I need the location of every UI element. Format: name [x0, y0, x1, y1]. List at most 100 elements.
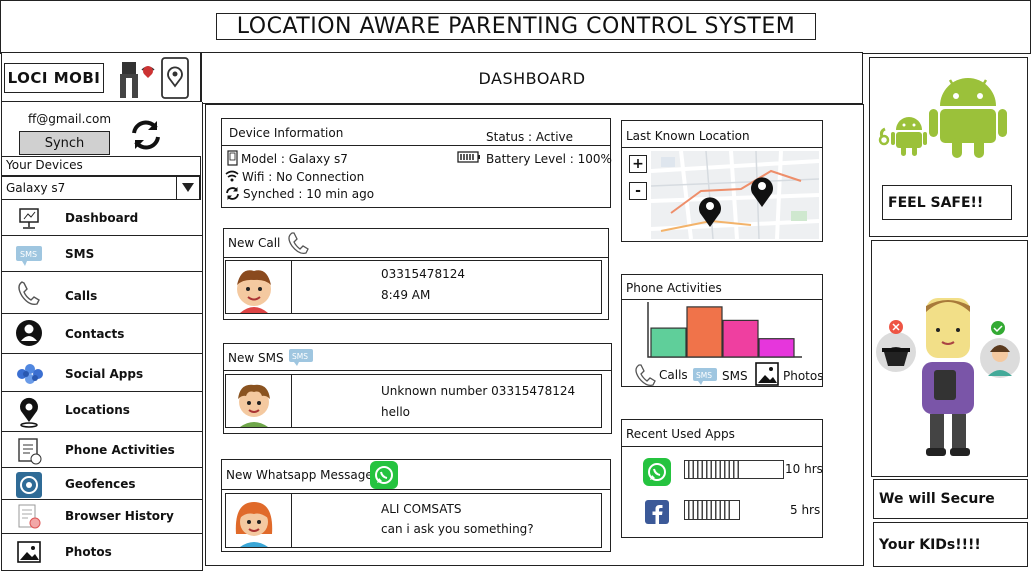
slogan-line-2: Your KIDs!!!! — [879, 536, 981, 553]
sms-text: hello — [381, 405, 410, 419]
feel-safe-box: FEEL SAFE!! — [882, 185, 1012, 220]
synched-time: Synched : 10 min ago — [243, 187, 375, 201]
sidebar-item-phone-activities[interactable]: Phone Activities — [2, 432, 202, 468]
slogan-line-1: We will Secure — [879, 491, 995, 507]
zoom-out-button[interactable]: - — [629, 182, 647, 200]
device-status: Status : Active — [486, 130, 574, 144]
sidebar-item-label: Calls — [65, 289, 98, 303]
new-whatsapp-title: New Whatsapp Message — [226, 468, 373, 482]
sidebar-item-label: Phone Activities — [65, 443, 175, 457]
sms-icon: SMS — [692, 366, 718, 386]
slogan-box-1: We will Secure — [873, 479, 1028, 519]
location-title: Last Known Location — [626, 129, 750, 143]
brand-name-box: LOCI MOBI — [4, 63, 104, 93]
call-time: 8:49 AM — [381, 288, 431, 302]
app-usage-bar — [684, 460, 784, 479]
svg-text:SMS: SMS — [292, 352, 308, 361]
wifi-status: Wifi : No Connection — [242, 170, 365, 184]
contact-icon — [14, 318, 44, 348]
slogan-box-2: Your KIDs!!!! — [873, 522, 1028, 567]
sidebar-item-dashboard[interactable]: Dashboard — [2, 201, 202, 236]
call-number: 03315478124 — [381, 267, 465, 281]
map-pin-icon[interactable] — [697, 195, 723, 229]
sidebar-item-browser-history[interactable]: Browser History — [2, 500, 202, 534]
map-pin-icon[interactable] — [749, 175, 775, 209]
whatsapp-text: can i ask you something? — [381, 522, 534, 536]
phone-icon — [632, 362, 658, 388]
sms-icon: SMS — [14, 239, 44, 269]
browser-history-icon — [14, 502, 44, 532]
svg-text:SMS: SMS — [20, 250, 37, 259]
phone-icon — [14, 278, 44, 308]
refresh-icon[interactable] — [126, 115, 166, 155]
recent-apps-title: Recent Used Apps — [626, 427, 735, 441]
devices-label: Your Devices — [6, 158, 83, 172]
whatsapp-icon — [370, 461, 398, 489]
battery-icon — [457, 151, 481, 163]
sidebar-item-label: Photos — [65, 545, 112, 559]
brand-logo-icon — [114, 56, 192, 100]
social-icon — [14, 359, 44, 389]
sidebar-item-label: Social Apps — [65, 367, 144, 381]
activity-chart — [647, 302, 802, 358]
zoom-in-label: + — [632, 156, 644, 172]
app-title-box: LOCATION AWARE PARENTING CONTROL SYSTEM — [216, 13, 816, 40]
sidebar-item-label: Contacts — [65, 327, 125, 341]
chart-bar — [758, 338, 795, 358]
sidebar-item-contacts[interactable]: Contacts — [2, 314, 202, 354]
facebook-usage: 5 hrs — [790, 503, 821, 517]
legend-calls: Calls — [659, 368, 688, 382]
zoom-out-label: - — [635, 183, 641, 199]
svg-text:SMS: SMS — [696, 371, 712, 380]
phone-activities-title: Phone Activities — [626, 281, 722, 295]
dropdown-arrow-icon[interactable] — [176, 176, 200, 200]
sync-icon — [225, 186, 240, 201]
sidebar-item-label: SMS — [65, 247, 95, 261]
devices-label-box: Your Devices — [1, 156, 201, 176]
new-call-header — [223, 228, 609, 258]
page-title: DASHBOARD — [478, 68, 586, 88]
facebook-icon — [645, 500, 669, 524]
whatsapp-usage: 10 hrs — [785, 462, 823, 476]
new-call-avatar — [226, 261, 292, 313]
sidebar-item-label: Dashboard — [65, 211, 139, 225]
zoom-in-button[interactable]: + — [629, 155, 647, 173]
sync-button-label: Synch — [44, 135, 85, 151]
whatsapp-sender: ALI COMSATS — [381, 502, 462, 516]
app-usage-bar — [684, 500, 740, 520]
chart-bar — [686, 306, 723, 358]
legend-sms: SMS — [722, 369, 748, 383]
sidebar-item-label: Browser History — [65, 509, 174, 523]
sms-sender: Unknown number 03315478124 — [381, 384, 576, 398]
top-bar: DASHBOARD — [201, 52, 863, 104]
account-email: ff@gmail.com — [28, 112, 112, 126]
sidebar-item-locations[interactable]: Locations — [2, 392, 202, 432]
new-whatsapp-avatar — [226, 494, 292, 547]
sidebar-item-label: Locations — [65, 403, 130, 417]
phone-device-icon — [226, 149, 238, 166]
device-select-value: Galaxy s7 — [6, 181, 66, 195]
legend-photos: Photos — [783, 369, 824, 383]
wifi-icon — [225, 170, 239, 182]
sms-icon: SMS — [288, 347, 314, 367]
sidebar-item-sms[interactable]: SMS SMS — [2, 236, 202, 272]
photo-icon — [14, 538, 44, 568]
activity-icon — [14, 436, 44, 466]
app-title: LOCATION AWARE PARENTING CONTROL SYSTEM — [236, 14, 796, 39]
sidebar-item-calls[interactable]: Calls — [2, 272, 202, 314]
sync-button[interactable]: Synch — [19, 131, 110, 155]
sidebar-item-geofences[interactable]: Geofences — [2, 468, 202, 500]
chart-bar — [650, 327, 687, 358]
device-select[interactable]: Galaxy s7 — [1, 176, 201, 200]
new-call-title: New Call — [228, 236, 281, 250]
monitor-icon — [14, 204, 44, 234]
new-sms-avatar — [226, 375, 292, 427]
sidebar-item-social-apps[interactable]: Social Apps — [2, 354, 202, 392]
geofence-icon — [14, 470, 44, 500]
device-info-title: Device Information — [229, 126, 344, 140]
sidebar-item-photos[interactable]: Photos — [2, 534, 202, 571]
map-view[interactable] — [651, 151, 819, 239]
android-icon — [928, 72, 1008, 158]
location-pin-icon — [14, 396, 44, 428]
phone-icon — [284, 230, 312, 256]
